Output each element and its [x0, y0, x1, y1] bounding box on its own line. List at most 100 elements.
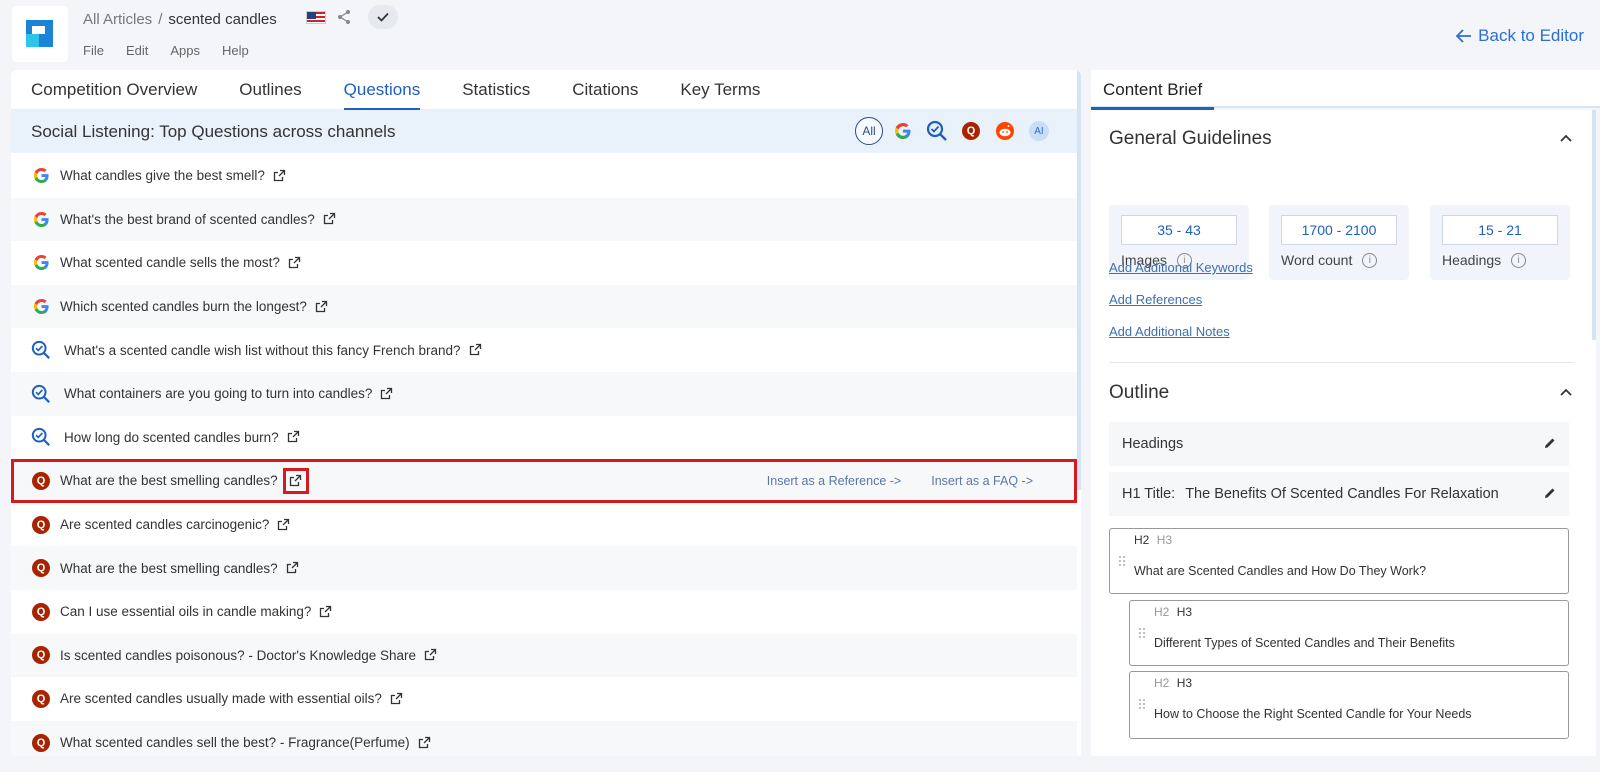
filter-ai-button[interactable]: AI — [1025, 117, 1053, 145]
tab-outlines[interactable]: Outlines — [239, 70, 301, 110]
h2-toggle[interactable]: H2 — [1134, 533, 1149, 547]
external-link-icon[interactable] — [315, 300, 329, 314]
menu-apps[interactable]: Apps — [170, 43, 200, 58]
outline-heading-text[interactable]: How to Choose the Right Scented Candle f… — [1154, 707, 1472, 721]
tab-content-brief[interactable]: Content Brief — [1091, 70, 1215, 110]
question-row[interactable]: What containers are you going to turn in… — [11, 371, 1077, 416]
question-row[interactable]: Q Are scented candles usually made with e… — [11, 677, 1077, 721]
external-link-icon[interactable] — [323, 212, 337, 226]
external-link-icon[interactable] — [287, 430, 301, 444]
question-row[interactable]: What scented candle sells the most? — [11, 241, 1077, 285]
stat-images-value[interactable]: 35 - 43 — [1121, 215, 1237, 245]
question-row[interactable]: Q What are the best smelling candles? Inse… — [11, 459, 1077, 503]
question-row[interactable]: Which scented candles burn the longest? — [11, 284, 1077, 329]
external-link-icon[interactable] — [469, 343, 483, 357]
question-row[interactable]: What's the best brand of scented candles… — [11, 197, 1077, 242]
tab-questions[interactable]: Questions — [343, 70, 420, 110]
h2-toggle[interactable]: H2 — [1154, 676, 1169, 690]
external-link-icon[interactable] — [273, 169, 287, 183]
menu-edit[interactable]: Edit — [126, 43, 148, 58]
headings-label: Headings — [1122, 436, 1184, 452]
external-link-icon[interactable] — [418, 736, 432, 750]
stat-headings-value[interactable]: 15 - 21 — [1442, 215, 1558, 245]
external-link-icon[interactable] — [424, 648, 438, 662]
filter-search-button[interactable] — [923, 117, 951, 145]
external-link-icon[interactable] — [277, 518, 291, 532]
external-link-icon[interactable] — [380, 387, 394, 401]
tab-citations[interactable]: Citations — [572, 70, 638, 110]
drag-handle-icon[interactable] — [1138, 627, 1146, 639]
menu-file[interactable]: File — [83, 43, 104, 58]
drag-handle-icon[interactable] — [1138, 698, 1146, 710]
pencil-icon[interactable] — [1543, 436, 1557, 450]
question-text: How long do scented candles burn? — [64, 429, 279, 445]
social-listening-header: Social Listening: Top Questions across c… — [11, 110, 1081, 153]
external-link-icon[interactable] — [286, 561, 300, 575]
filter-quora-button[interactable]: Q — [957, 117, 985, 145]
outline-heading-card[interactable]: H2 H3 How to Choose the Right Scented Can… — [1129, 671, 1569, 739]
h3-toggle[interactable]: H3 — [1177, 605, 1192, 619]
filter-all-button[interactable]: All — [855, 117, 883, 145]
external-link-icon[interactable] — [390, 692, 404, 706]
stat-word-count-value[interactable]: 1700 - 2100 — [1281, 215, 1397, 245]
tab-bar: Competition Overview Outlines Questions … — [11, 70, 1081, 110]
insert-reference-button[interactable]: Insert as a Reference -> — [767, 474, 901, 488]
h3-toggle[interactable]: H3 — [1157, 533, 1172, 547]
stat-word-count-label: Word count — [1281, 252, 1353, 268]
share-icon[interactable] — [336, 9, 352, 25]
save-status-button[interactable] — [368, 5, 398, 29]
source-icon — [31, 297, 51, 317]
questions-scrollbar[interactable] — [1077, 70, 1081, 490]
pencil-icon[interactable] — [1543, 486, 1557, 500]
question-row[interactable]: Q What are the best smelling candles? — [11, 546, 1077, 590]
question-row[interactable]: Q Is scented candles poisonous? - Doctor'… — [11, 633, 1077, 678]
question-text: Are scented candles carcinogenic? — [60, 517, 270, 533]
info-icon[interactable]: i — [1362, 252, 1378, 268]
external-link-icon[interactable] — [319, 605, 333, 619]
h3-toggle[interactable]: H3 — [1177, 676, 1192, 690]
chevron-up-icon[interactable] — [1560, 133, 1572, 145]
question-text: What candles give the best smell? — [60, 168, 265, 184]
add-references-link[interactable]: Add References — [1109, 292, 1202, 307]
section-divider — [1109, 362, 1574, 363]
quora-icon: Q — [32, 559, 50, 578]
back-to-editor-link[interactable]: Back to Editor — [1456, 26, 1584, 46]
add-notes-link[interactable]: Add Additional Notes — [1109, 324, 1230, 339]
outline-heading-text[interactable]: What are Scented Candles and How Do They… — [1134, 564, 1426, 578]
source-icon — [31, 166, 51, 186]
question-row[interactable]: How long do scented candles burn? — [11, 416, 1077, 460]
external-link-icon[interactable] — [288, 256, 302, 270]
question-text: What scented candle sells the most? — [60, 255, 280, 271]
add-keywords-link[interactable]: Add Additional Keywords — [1109, 260, 1253, 275]
info-icon[interactable]: i — [1511, 252, 1527, 268]
h2-toggle[interactable]: H2 — [1154, 605, 1169, 619]
tab-key-terms[interactable]: Key Terms — [680, 70, 760, 110]
search-check-icon — [31, 340, 50, 360]
outline-heading-text[interactable]: Different Types of Scented Candles and T… — [1154, 636, 1455, 650]
tab-statistics[interactable]: Statistics — [462, 70, 530, 110]
search-check-icon — [926, 120, 947, 141]
outline-heading-card[interactable]: H2 H3 What are Scented Candles and How Do… — [1109, 528, 1569, 594]
headings-row: Headings — [1109, 422, 1569, 466]
question-row[interactable]: What candles give the best smell? — [11, 154, 1077, 198]
breadcrumb-root[interactable]: All Articles — [83, 11, 152, 28]
insert-faq-button[interactable]: Insert as a FAQ -> — [931, 474, 1033, 488]
question-row[interactable]: What's a scented candle wish list withou… — [11, 328, 1077, 372]
source-icon — [31, 384, 51, 404]
question-row[interactable]: Q What scented candles sell the best? - F… — [11, 720, 1077, 756]
app-logo[interactable] — [12, 6, 68, 62]
filter-reddit-button[interactable] — [991, 117, 1019, 145]
filter-google-button[interactable] — [889, 117, 917, 145]
question-row[interactable]: Q Are scented candles carcinogenic? — [11, 503, 1077, 547]
chevron-up-icon[interactable] — [1560, 387, 1572, 399]
tab-competition-overview[interactable]: Competition Overview — [31, 70, 197, 110]
outline-heading-card[interactable]: H2 H3 Different Types of Scented Candles … — [1129, 600, 1569, 666]
drag-handle-icon[interactable] — [1118, 555, 1126, 567]
us-flag-icon[interactable] — [306, 11, 326, 24]
brief-scrollbar[interactable] — [1592, 110, 1596, 340]
question-row[interactable]: Q Can I use essential oils in candle maki… — [11, 590, 1077, 634]
source-icon: Q — [31, 645, 51, 665]
external-link-icon[interactable] — [289, 474, 303, 488]
h1-title-value[interactable]: The Benefits Of Scented Candles For Rela… — [1185, 486, 1499, 502]
menu-help[interactable]: Help — [222, 43, 249, 58]
